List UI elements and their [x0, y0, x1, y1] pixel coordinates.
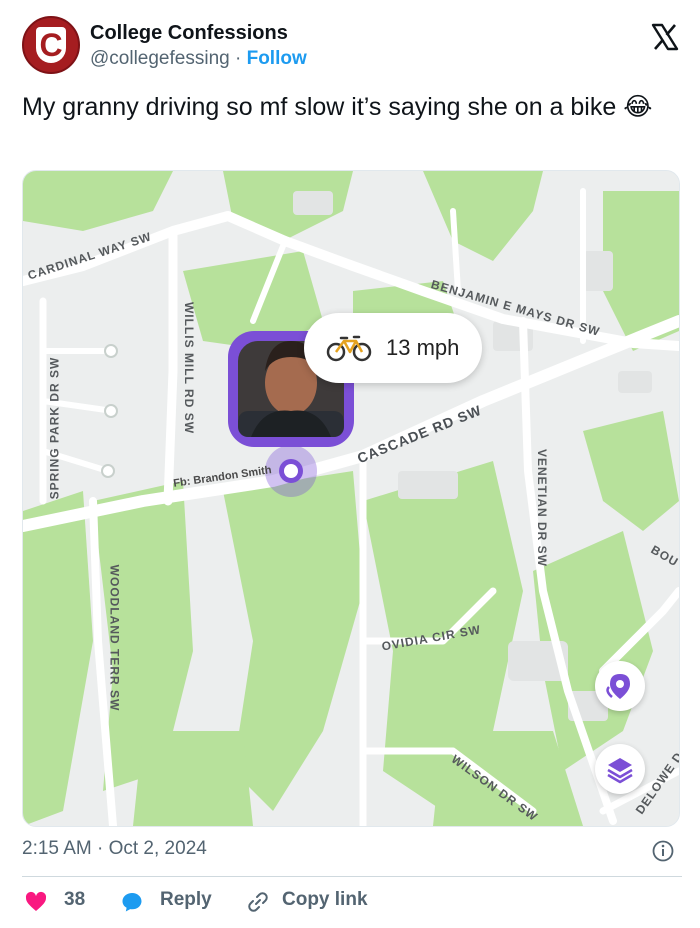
bicycle-icon	[326, 335, 372, 362]
separator-dot: ·	[234, 48, 242, 69]
account-name[interactable]: College Confessions	[90, 22, 288, 45]
link-icon[interactable]	[246, 890, 270, 914]
location-pin-icon	[606, 674, 630, 699]
map-image: 13 mph Fb: Brandon Smith CARDINAL WAY SW…	[22, 170, 680, 827]
street-label-venetian: VENETIAN DR SW	[535, 448, 550, 568]
map-canvas	[23, 171, 679, 826]
follow-button[interactable]: Follow	[247, 48, 307, 69]
reply-button[interactable]: Reply	[160, 889, 212, 911]
layers-button[interactable]	[595, 744, 645, 794]
speed-bubble: 13 mph	[304, 313, 482, 383]
account-avatar[interactable]: C	[22, 16, 80, 74]
account-handle[interactable]: @collegefessing	[90, 48, 230, 69]
action-bar: 38 Reply Copy link	[22, 886, 682, 918]
copy-link-button[interactable]: Copy link	[282, 889, 368, 911]
avatar-letter: C	[39, 27, 63, 63]
handle-row: @collegefessing · Follow	[90, 48, 307, 70]
heart-icon[interactable]	[24, 890, 48, 914]
footer-divider	[22, 876, 682, 877]
park-area	[133, 731, 253, 826]
tweet-text: My granny driving so mf slow it’s saying…	[22, 93, 653, 121]
street-label-woodland: WOODLAND TERR SW	[107, 564, 122, 712]
layers-icon	[607, 758, 633, 784]
speed-value: 13 mph	[386, 335, 460, 360]
tweet-timestamp[interactable]: 2:15 AM · Oct 2, 2024	[22, 838, 207, 860]
location-button[interactable]	[595, 661, 645, 711]
x-logo-icon[interactable]	[650, 22, 680, 52]
info-icon[interactable]	[652, 840, 674, 862]
tweet-header: C College Confessions @collegefessing · …	[22, 16, 682, 78]
reply-icon[interactable]	[120, 890, 144, 914]
street-label-spring-park: SPRING PARK DR SW	[47, 356, 62, 500]
like-count: 38	[64, 889, 86, 910]
street-label-willis-mill: WILLIS MILL RD SW	[182, 301, 197, 435]
